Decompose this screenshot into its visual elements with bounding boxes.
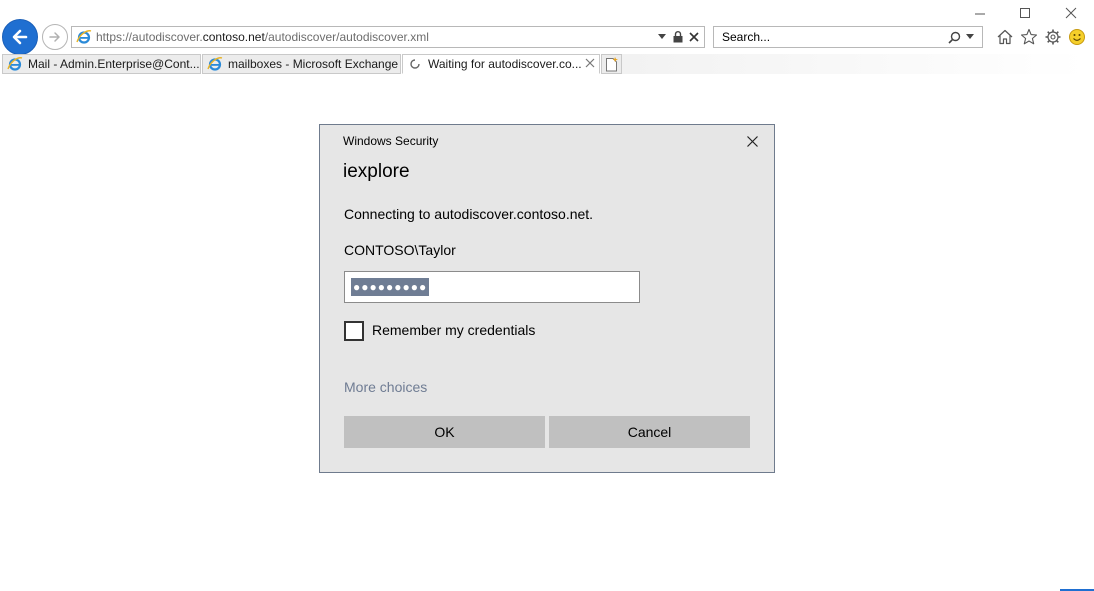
new-tab-icon [605, 57, 618, 72]
dialog-caption: Windows Security [343, 134, 439, 148]
search-input[interactable] [720, 29, 946, 45]
loading-spinner-icon [407, 56, 423, 72]
remember-credentials-label[interactable]: Remember my credentials [372, 322, 535, 338]
dialog-app-name: iexplore [343, 161, 410, 182]
url-text: https://autodiscover.contoso.net/autodis… [96, 30, 429, 44]
search-dropdown-button[interactable] [962, 29, 978, 45]
cancel-button[interactable]: Cancel [549, 416, 750, 448]
feedback-button[interactable] [1067, 27, 1087, 47]
tab-mail[interactable]: Mail - Admin.Enterprise@Cont... [2, 54, 201, 74]
back-arrow-icon [12, 29, 28, 45]
stop-icon [689, 32, 699, 42]
address-bar[interactable]: https://autodiscover.contoso.net/autodis… [71, 26, 705, 48]
stop-button[interactable] [686, 29, 702, 45]
close-icon [1065, 7, 1077, 19]
forward-button[interactable] [42, 24, 68, 50]
address-dropdown-button[interactable] [654, 29, 670, 45]
password-field[interactable]: ●●●●●●●●● [344, 271, 640, 303]
close-window-button[interactable] [1063, 5, 1079, 21]
tab-label: Mail - Admin.Enterprise@Cont... [28, 57, 200, 71]
settings-button[interactable] [1043, 27, 1063, 47]
back-button[interactable] [2, 19, 38, 55]
password-value: ●●●●●●●●● [351, 278, 430, 296]
dialog-message: Connecting to autodiscover.contoso.net. [344, 206, 594, 222]
home-button[interactable] [995, 27, 1015, 47]
security-lock-button[interactable] [670, 29, 686, 45]
more-choices-link[interactable]: More choices [344, 379, 427, 395]
favorites-star-icon [1020, 28, 1038, 45]
maximize-button[interactable] [1017, 5, 1033, 21]
search-box[interactable] [713, 26, 983, 48]
favorites-button[interactable] [1019, 27, 1039, 47]
tab-close-button[interactable] [585, 57, 595, 71]
minimize-button[interactable] [972, 5, 988, 21]
tab-label: Waiting for autodiscover.co... [428, 57, 582, 71]
minimize-icon [975, 13, 985, 15]
dropdown-arrow-icon [658, 34, 666, 39]
ie-logo-icon [207, 56, 223, 72]
username-label: CONTOSO\Taylor [344, 242, 456, 258]
ie-logo-icon [7, 56, 23, 72]
forward-arrow-icon [49, 32, 60, 42]
lock-icon [673, 31, 683, 43]
magnifier-icon [947, 31, 960, 44]
tab-mailboxes[interactable]: mailboxes - Microsoft Exchange [202, 54, 401, 74]
tab-label: mailboxes - Microsoft Exchange [228, 57, 399, 71]
remember-credentials-checkbox[interactable] [344, 321, 364, 341]
dialog-close-button[interactable] [742, 131, 762, 151]
close-icon [746, 135, 758, 147]
gear-icon [1045, 29, 1061, 45]
new-tab-button[interactable] [601, 54, 622, 74]
dropdown-arrow-icon [966, 34, 974, 39]
windows-security-dialog: Windows Security iexplore Connecting to … [319, 124, 775, 473]
close-icon [585, 58, 595, 68]
maximize-icon [1020, 8, 1030, 18]
home-icon [997, 29, 1013, 45]
tab-strip-empty [622, 54, 1086, 74]
smiley-feedback-icon [1069, 29, 1085, 45]
ok-button[interactable]: OK [344, 416, 545, 448]
search-button[interactable] [946, 29, 962, 45]
ie-logo-icon [76, 30, 92, 44]
tab-autodiscover[interactable]: Waiting for autodiscover.co... [402, 54, 600, 74]
